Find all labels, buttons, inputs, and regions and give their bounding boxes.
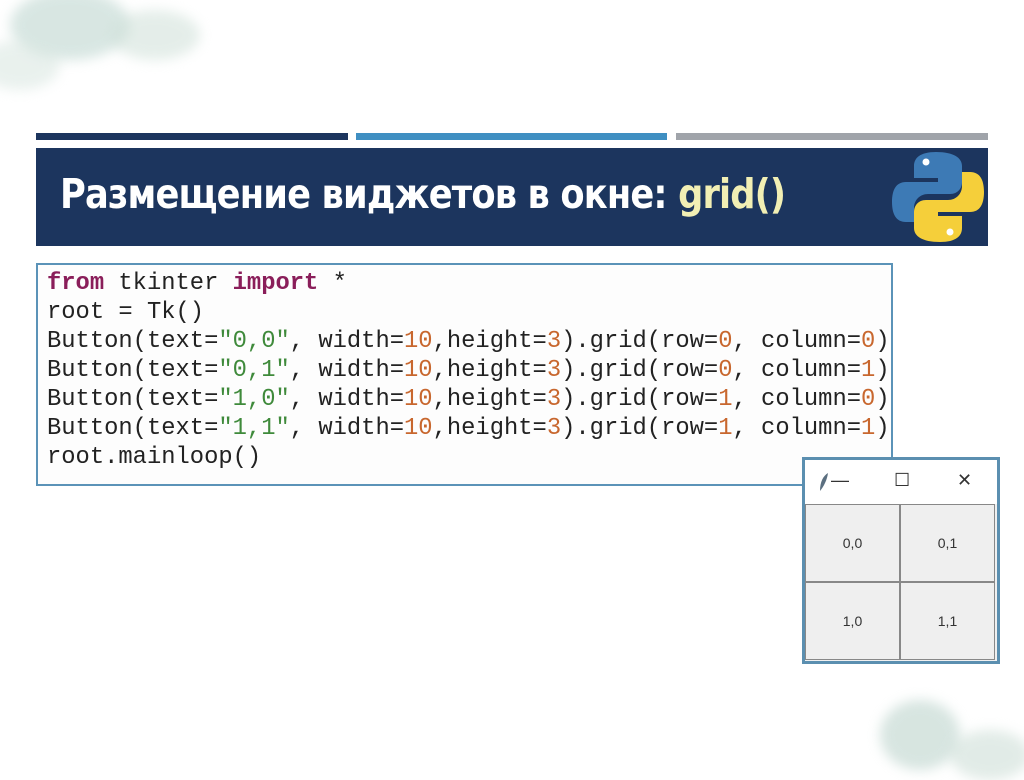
code-line: root = Tk(): [47, 298, 891, 327]
code-line: from tkinter import *: [47, 269, 891, 298]
grid-button-0-1[interactable]: 0,1: [900, 504, 995, 582]
code-token: , width=: [289, 357, 405, 384]
code-string: "1,1": [218, 415, 290, 442]
code-token: ).grid(row=: [561, 357, 719, 384]
code-token: ): [875, 328, 890, 355]
maximize-button[interactable]: ☐: [894, 470, 910, 491]
code-number: 10: [404, 386, 433, 413]
decorative-leaf: [110, 10, 200, 60]
code-token: , column=: [732, 386, 862, 413]
code-token: Button(text=: [47, 357, 219, 384]
code-line: root.mainloop(): [47, 443, 891, 472]
code-token: , width=: [289, 415, 405, 442]
code-token: root.mainloop(): [47, 444, 262, 471]
code-number: 0: [718, 357, 733, 384]
decorative-leaf: [880, 700, 960, 770]
grid-button-0-0[interactable]: 0,0: [805, 504, 900, 582]
code-number: 0: [861, 386, 876, 413]
code-number: 1: [861, 415, 876, 442]
tk-window: — ☐ ✕ 0,0 0,1 1,0 1,1: [802, 457, 1000, 664]
code-token: , width=: [289, 328, 405, 355]
code-token: ): [875, 357, 890, 384]
code-token: Button(text=: [47, 386, 219, 413]
tk-feather-icon: [820, 473, 828, 491]
python-logo-icon: [892, 152, 984, 242]
grid-button-1-0[interactable]: 1,0: [805, 582, 900, 660]
code-number: 3: [546, 357, 562, 384]
code-token: ,height=: [432, 357, 547, 384]
code-line: Button(text="1,0", width=10,height=3).gr…: [47, 385, 891, 414]
code-token: , column=: [732, 415, 862, 442]
code-number: 0: [718, 328, 733, 355]
close-button[interactable]: ✕: [957, 470, 972, 491]
minimize-button[interactable]: —: [831, 470, 849, 491]
code-string: "0,1": [218, 357, 290, 384]
title-banner: Размещение виджетов в окне: grid(): [36, 148, 988, 246]
code-token: Button(text=: [47, 415, 219, 442]
code-string: "0,0": [218, 328, 290, 355]
code-number: 3: [546, 328, 562, 355]
code-line: Button(text="0,1", width=10,height=3).gr…: [47, 356, 891, 385]
code-token: ).grid(row=: [561, 328, 719, 355]
code-token: ): [875, 386, 890, 413]
code-text: from tkinter import * root = Tk() Button(t…: [38, 265, 891, 472]
code-token: ,height=: [432, 386, 547, 413]
code-token: tkinter: [104, 270, 233, 297]
code-token: ): [875, 415, 890, 442]
code-token: ).grid(row=: [561, 386, 719, 413]
tk-titlebar: — ☐ ✕: [805, 460, 997, 504]
code-number: 10: [404, 415, 433, 442]
code-line: Button(text="1,1", width=10,height=3).gr…: [47, 414, 891, 443]
code-token: , column=: [732, 357, 862, 384]
code-token: , column=: [732, 328, 862, 355]
code-keyword: from: [47, 270, 105, 297]
title-highlight: grid(): [678, 170, 786, 218]
code-number: 1: [718, 386, 733, 413]
code-keyword: import: [232, 270, 319, 297]
code-number: 3: [546, 386, 562, 413]
code-token: ).grid(row=: [561, 415, 719, 442]
header-bar-navy: [36, 133, 348, 140]
code-token: ,height=: [432, 328, 547, 355]
title-main: Размещение виджетов в окне:: [60, 170, 679, 218]
code-token: ,height=: [432, 415, 547, 442]
code-number: 0: [861, 328, 876, 355]
code-block: from tkinter import * root = Tk() Button(t…: [36, 263, 893, 486]
code-number: 10: [404, 357, 433, 384]
code-token: , width=: [289, 386, 405, 413]
code-token: *: [318, 270, 347, 297]
code-number: 10: [404, 328, 433, 355]
code-token: root = Tk(): [47, 299, 205, 326]
code-string: "1,0": [218, 386, 290, 413]
decorative-leaf: [950, 730, 1024, 780]
slide-title: Размещение виджетов в окне: grid(): [60, 170, 786, 218]
header-bar-grey: [676, 133, 988, 140]
code-number: 1: [861, 357, 876, 384]
code-number: 1: [718, 415, 733, 442]
code-number: 3: [546, 415, 562, 442]
code-line: Button(text="0,0", width=10,height=3).gr…: [47, 327, 891, 356]
code-token: Button(text=: [47, 328, 219, 355]
grid-button-1-1[interactable]: 1,1: [900, 582, 995, 660]
header-bar-blue: [356, 133, 667, 140]
